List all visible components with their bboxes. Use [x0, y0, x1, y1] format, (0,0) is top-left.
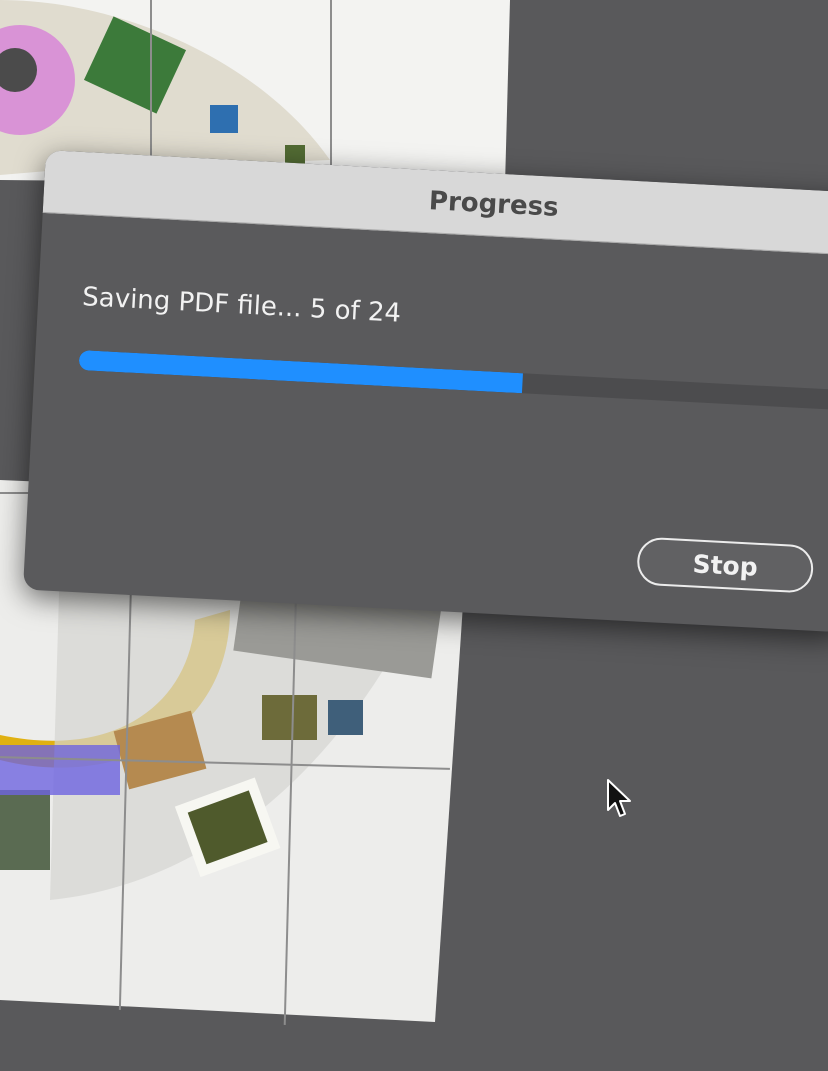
artwork-photo-8 — [0, 790, 50, 870]
progress-bar — [78, 350, 828, 412]
arrow-pointer-icon — [607, 779, 631, 817]
grid-line-v2 — [330, 0, 332, 175]
artwork-photo-2 — [210, 105, 238, 133]
progress-status-text: Saving PDF file... 5 of 24 — [81, 282, 402, 329]
grid-line-v1 — [150, 0, 152, 165]
artwork-blue-flowers — [0, 745, 120, 795]
stop-button[interactable]: Stop — [636, 536, 815, 594]
progress-bar-fill — [78, 350, 523, 394]
dialog-title: Progress — [428, 186, 560, 223]
artwork-photo-4 — [262, 695, 317, 740]
progress-dialog: Progress Saving PDF file... 5 of 24 Stop — [22, 150, 828, 633]
artwork-photo-5 — [328, 700, 363, 735]
